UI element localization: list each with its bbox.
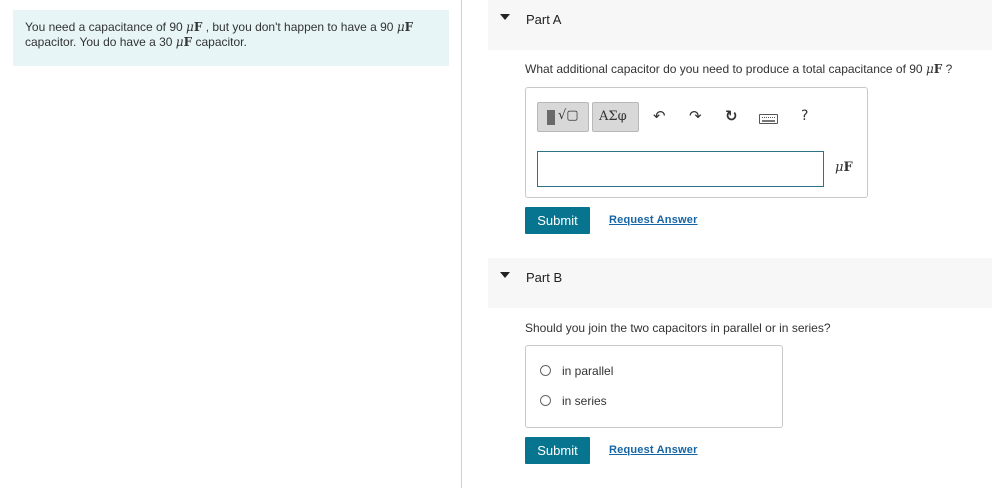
templates-button[interactable]: √▢ xyxy=(537,102,589,132)
part-a-title: Part A xyxy=(526,12,562,27)
unit-microfarad: μF xyxy=(186,20,203,34)
part-a-request-answer-link[interactable]: Request Answer xyxy=(609,214,698,226)
intro-text-b: , but you don't happen to have a 90 xyxy=(202,20,397,34)
problem-statement-pane: You need a capacitance of 90 μF , but yo… xyxy=(0,0,462,488)
unit-microfarad: μF xyxy=(925,62,943,76)
sqrt-icon: √▢ xyxy=(558,108,579,123)
problem-intro: You need a capacitance of 90 μF , but yo… xyxy=(13,10,449,66)
choice-label[interactable]: in parallel xyxy=(562,364,613,378)
intro-text-c: capacitor. You do have a 30 xyxy=(25,35,176,49)
part-b-submit-button[interactable]: Submit xyxy=(525,437,590,464)
collapse-caret-icon[interactable] xyxy=(500,272,510,278)
radio-button[interactable] xyxy=(540,365,551,376)
answer-input[interactable] xyxy=(537,151,824,187)
undo-icon[interactable]: ↶ xyxy=(653,107,666,125)
intro-text-a: You need a capacitance of 90 xyxy=(25,20,187,34)
radio-button[interactable] xyxy=(540,395,551,406)
keyboard-icon[interactable] xyxy=(759,114,778,124)
part-b-header[interactable]: Part B xyxy=(488,258,992,308)
part-b-request-answer-link[interactable]: Request Answer xyxy=(609,444,698,456)
reset-icon[interactable]: ↻ xyxy=(725,107,738,125)
unit-microfarad: μF xyxy=(175,35,193,49)
choice-list: in parallel in series xyxy=(525,345,783,428)
redo-icon[interactable]: ↷ xyxy=(689,107,702,125)
help-icon[interactable]: ? xyxy=(801,107,808,125)
part-b-title: Part B xyxy=(526,270,563,285)
part-a-question: What additional capacitor do you need to… xyxy=(525,62,953,76)
part-a-header[interactable]: Part A xyxy=(488,0,992,50)
unit-microfarad: μF xyxy=(396,20,414,34)
answer-unit-label: μF xyxy=(835,160,853,175)
greek-symbols-label: ΑΣφ xyxy=(599,109,627,124)
answer-editor: √▢ ΑΣφ ↶ ↷ ↻ ? μF xyxy=(525,87,868,198)
part-a-submit-button[interactable]: Submit xyxy=(525,207,590,234)
part-b-question: Should you join the two capacitors in pa… xyxy=(525,321,831,335)
intro-text-d: capacitor. xyxy=(192,35,247,49)
choice-label[interactable]: in series xyxy=(562,394,607,408)
collapse-caret-icon[interactable] xyxy=(500,14,510,20)
greek-symbols-button[interactable]: ΑΣφ xyxy=(592,102,639,132)
template-block-icon xyxy=(547,110,555,125)
